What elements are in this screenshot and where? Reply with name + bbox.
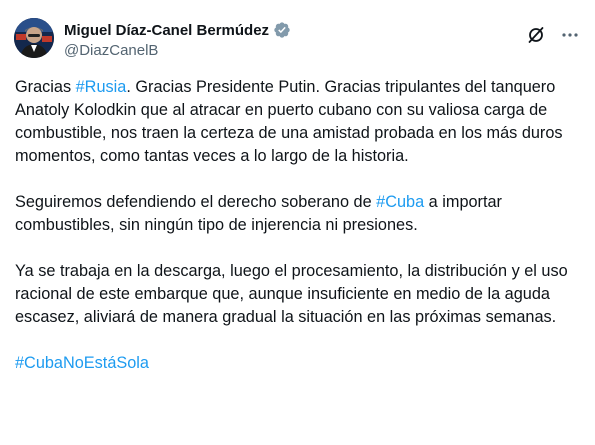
author-avatar[interactable] (14, 18, 54, 58)
author-name-block: Miguel Díaz-Canel Bermúdez @DiazCanelB (64, 20, 291, 59)
display-name-row: Miguel Díaz-Canel Bermúdez (64, 20, 291, 40)
author-handle[interactable]: @DiazCanelB (64, 42, 291, 59)
paragraph-text: Ya se trabaja en la descarga, luego el p… (15, 262, 568, 326)
hashtag-link-rusia[interactable]: #Rusia (76, 78, 127, 96)
tweet-header: Miguel Díaz-Canel Bermúdez @DiazCanelB (14, 12, 581, 62)
tweet-paragraph-2: Seguiremos defendiendo el derecho sobera… (15, 191, 583, 237)
hashtag-link-cubanoestasola[interactable]: #CubaNoEstáSola (15, 354, 149, 372)
tweet-text: Gracias #Rusia. Gracias Presidente Putin… (15, 76, 583, 375)
profile-photo-icon (14, 18, 54, 58)
hashtag-link-cuba[interactable]: #Cuba (376, 193, 424, 211)
ellipsis-icon[interactable] (559, 24, 581, 46)
paragraph-text: Gracias (15, 78, 76, 96)
grok-slash-icon[interactable] (525, 24, 547, 46)
tweet-paragraph-3: Ya se trabaja en la descarga, luego el p… (15, 260, 583, 329)
author-display-name[interactable]: Miguel Díaz-Canel Bermúdez (64, 22, 269, 39)
tweet-paragraph-1: Gracias #Rusia. Gracias Presidente Putin… (15, 76, 583, 168)
paragraph-text: Seguiremos defendiendo el derecho sobera… (15, 193, 377, 211)
verified-badge-icon (273, 21, 291, 39)
tweet-paragraph-4: #CubaNoEstáSola (15, 352, 583, 375)
tweet-card: Miguel Díaz-Canel Bermúdez @DiazCanelB G… (0, 0, 595, 445)
header-actions (525, 24, 581, 46)
